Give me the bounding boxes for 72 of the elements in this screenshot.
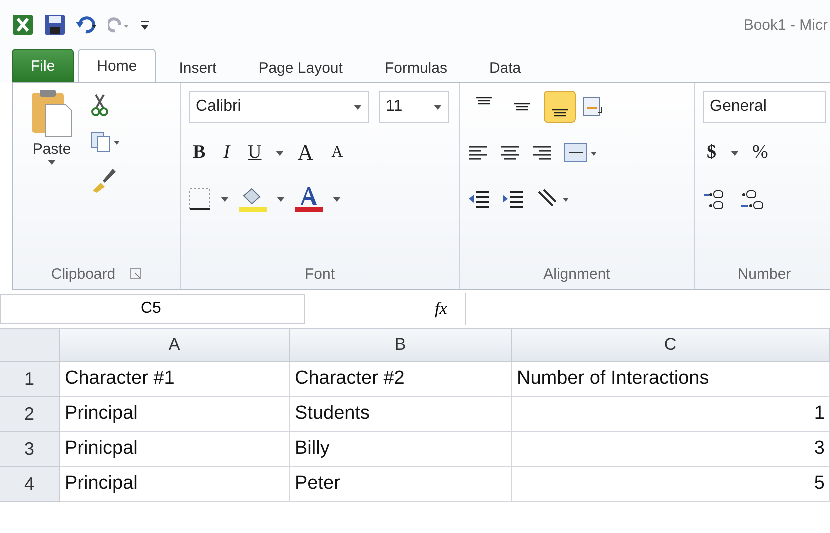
dropdown-icon[interactable] bbox=[221, 196, 229, 202]
window-title: Book1 - Micr bbox=[744, 16, 828, 34]
clipboard-icon bbox=[30, 89, 74, 139]
ribbon-tab[interactable]: Page Layout bbox=[240, 53, 362, 82]
table-cell: Billy bbox=[290, 432, 512, 467]
table-cell: Character #1 bbox=[60, 362, 290, 397]
percent-button[interactable]: % bbox=[748, 142, 772, 164]
table-cell: 1 bbox=[512, 397, 830, 432]
increase-indent-icon[interactable] bbox=[502, 189, 524, 209]
dropdown-icon[interactable] bbox=[276, 150, 284, 156]
file-tab[interactable]: File bbox=[12, 49, 74, 82]
ribbon-tab[interactable]: Home bbox=[78, 49, 156, 82]
merge-center-icon[interactable] bbox=[564, 142, 598, 164]
dropdown-icon[interactable] bbox=[48, 160, 56, 165]
grow-font-button[interactable]: A bbox=[294, 140, 318, 166]
font-size-field[interactable]: 11 bbox=[379, 91, 449, 123]
insert-function-button[interactable]: fx bbox=[435, 299, 465, 319]
align-lines-icon bbox=[552, 109, 568, 117]
font-name-field[interactable]: Calibri bbox=[189, 91, 369, 123]
save-icon[interactable] bbox=[44, 14, 66, 36]
undo-icon[interactable] bbox=[76, 16, 98, 34]
table-cell: Number of Interactions bbox=[512, 362, 830, 397]
font-color-icon[interactable] bbox=[295, 185, 323, 213]
row-header[interactable]: 1 bbox=[0, 362, 60, 397]
dialog-launcher-icon[interactable] bbox=[130, 268, 142, 280]
borders-icon[interactable] bbox=[189, 188, 211, 210]
align-lines-icon bbox=[476, 97, 492, 105]
currency-button[interactable]: $ bbox=[703, 142, 720, 164]
group-label: Clipboard bbox=[21, 259, 172, 289]
row-header[interactable]: 2 bbox=[0, 397, 60, 432]
column-header[interactable]: C bbox=[512, 329, 830, 362]
dropdown-icon[interactable] bbox=[354, 104, 362, 110]
shrink-font-button[interactable]: A bbox=[328, 144, 348, 162]
fill-color-icon[interactable] bbox=[239, 186, 267, 212]
name-box[interactable]: C5 bbox=[0, 294, 305, 324]
paste-button[interactable]: Paste bbox=[21, 89, 83, 259]
paintbrush-icon[interactable] bbox=[91, 167, 117, 193]
dropdown-icon[interactable] bbox=[730, 150, 738, 156]
underline-button[interactable]: U bbox=[244, 142, 266, 164]
align-text-icon[interactable] bbox=[532, 144, 552, 162]
copy-icon[interactable] bbox=[91, 131, 121, 153]
table-cell: Character #2 bbox=[290, 362, 512, 397]
italic-button[interactable]: I bbox=[220, 142, 234, 164]
table-cell: Prinicpal bbox=[60, 432, 290, 467]
row-header[interactable]: 4 bbox=[0, 467, 60, 502]
dropdown-icon[interactable] bbox=[434, 104, 442, 110]
bold-button[interactable]: B bbox=[189, 142, 210, 164]
ribbon-tab[interactable]: Insert bbox=[160, 53, 236, 82]
ribbon-tab[interactable]: Formulas bbox=[366, 53, 466, 82]
ribbon-tab[interactable]: Data bbox=[470, 53, 540, 82]
table-cell: 5 bbox=[512, 467, 830, 502]
align-text-icon[interactable] bbox=[468, 144, 488, 162]
group-label: Alignment bbox=[542, 264, 612, 284]
group-label: Number bbox=[736, 264, 792, 284]
group-label: Font bbox=[304, 264, 336, 284]
spreadsheet-logo-icon bbox=[12, 14, 34, 36]
dropdown-icon[interactable] bbox=[333, 196, 341, 202]
decrease-indent-icon[interactable] bbox=[468, 189, 490, 209]
align-lines-icon bbox=[514, 103, 530, 111]
align-bottom-button[interactable] bbox=[544, 91, 576, 123]
table-cell: 3 bbox=[512, 432, 830, 467]
dropdown-icon[interactable] bbox=[277, 196, 285, 202]
row-header[interactable]: 3 bbox=[0, 432, 60, 467]
column-header[interactable]: B bbox=[290, 329, 512, 362]
number-format-field[interactable]: General bbox=[703, 91, 826, 123]
align-text-icon[interactable] bbox=[500, 144, 520, 162]
table-cell: Peter bbox=[290, 467, 512, 502]
scissors-icon[interactable] bbox=[91, 93, 109, 117]
table-cell: Principal bbox=[60, 467, 290, 502]
table-cell: Students bbox=[290, 397, 512, 432]
column-header[interactable]: A bbox=[60, 329, 290, 362]
table-cell: Principal bbox=[60, 397, 290, 432]
